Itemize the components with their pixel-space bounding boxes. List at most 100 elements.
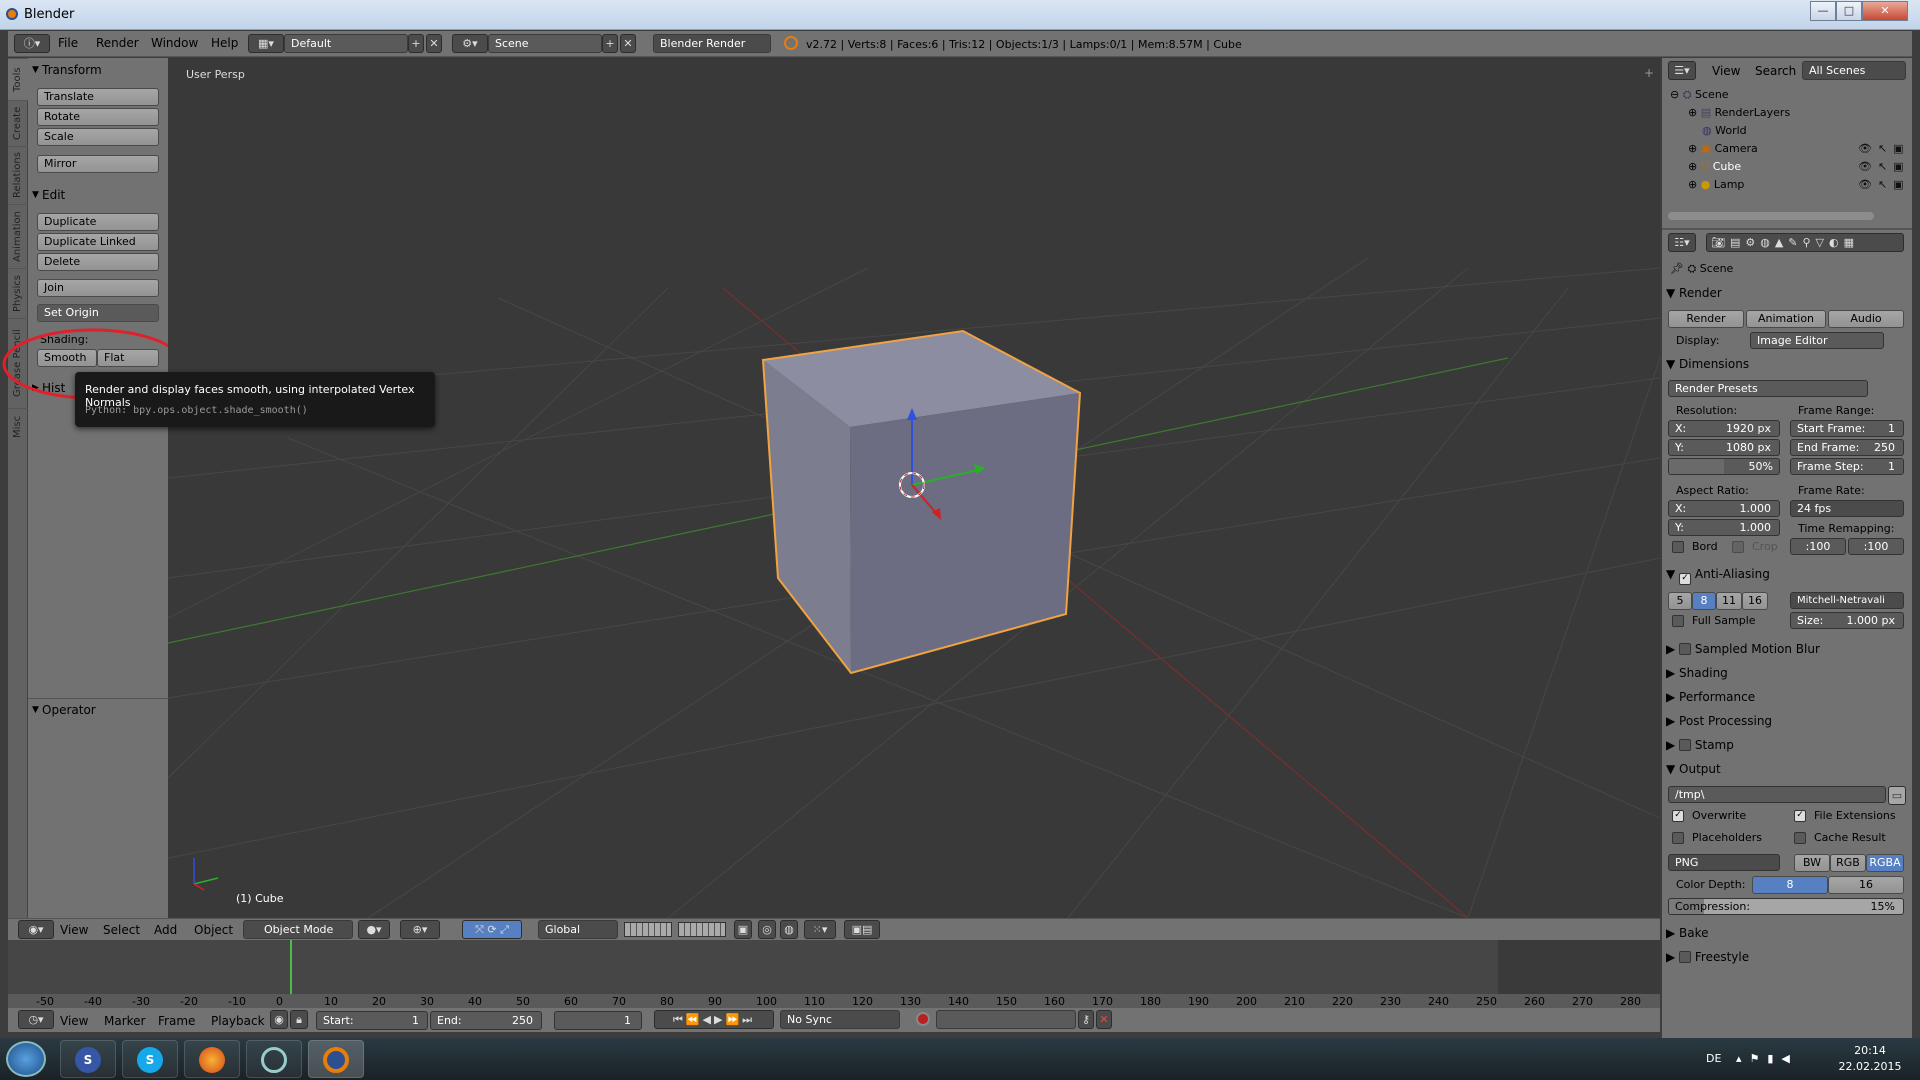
crop-checkbox[interactable] xyxy=(1732,541,1744,553)
end-frame-field[interactable]: End: 250 xyxy=(430,1011,542,1030)
current-frame-field[interactable]: 1 xyxy=(554,1011,642,1030)
audio-button[interactable]: Audio xyxy=(1828,310,1904,328)
layers-grid-a[interactable] xyxy=(624,922,672,937)
outliner-item-cube[interactable]: ⊕ ▽ Cube xyxy=(1688,160,1741,173)
color-depth-8[interactable]: 8 xyxy=(1752,876,1828,894)
tl-menu-frame[interactable]: Frame xyxy=(158,1014,195,1028)
edit-panel-header[interactable]: ▼ Edit xyxy=(28,185,168,205)
end-frame-prop-field[interactable]: End Frame: 250 xyxy=(1790,439,1904,456)
scale-button[interactable]: Scale xyxy=(37,128,159,146)
post-processing-section-header[interactable]: ▶ Post Processing xyxy=(1666,714,1772,728)
tab-relations[interactable]: Relations xyxy=(8,146,28,204)
aa-samples-5[interactable]: 5 xyxy=(1668,592,1692,610)
mode-dropdown[interactable]: Object Mode xyxy=(243,920,353,939)
system-tray-icons[interactable]: ▴⚑▮◀ xyxy=(1736,1052,1798,1065)
vp-menu-object[interactable]: Object xyxy=(194,923,233,937)
editor-type-outliner-icon[interactable]: ☰▾ xyxy=(1668,61,1696,80)
lock-time-icon[interactable]: 🔒︎ xyxy=(290,1010,308,1029)
outliner-scrollbar[interactable] xyxy=(1668,212,1874,220)
menu-window[interactable]: Window xyxy=(151,36,198,50)
frame-step-field[interactable]: Frame Step: 1 xyxy=(1790,458,1904,475)
tab-create[interactable]: Create xyxy=(8,100,28,146)
properties-context-tabs[interactable]: 📷︎▤⚙◍▲✎⚲▽◐▦ xyxy=(1706,233,1904,252)
camera-visibility-icons[interactable]: 👁︎↖▣ xyxy=(1858,142,1910,155)
mirror-button[interactable]: Mirror xyxy=(37,155,159,173)
aspect-x-field[interactable]: X: 1.000 xyxy=(1668,500,1780,517)
duplicate-button[interactable]: Duplicate xyxy=(37,213,159,231)
aspect-y-field[interactable]: Y: 1.000 xyxy=(1668,519,1780,536)
editor-type-3dview-icon[interactable]: ◉▾ xyxy=(18,920,54,939)
tl-menu-marker[interactable]: Marker xyxy=(104,1014,145,1028)
rotate-button[interactable]: Rotate xyxy=(37,108,159,126)
taskbar-network-app-icon[interactable] xyxy=(246,1040,302,1078)
menu-file[interactable]: File xyxy=(58,36,78,50)
vp-menu-select[interactable]: Select xyxy=(103,923,140,937)
outliner-item-camera[interactable]: ⊕ ▣ Camera xyxy=(1688,142,1758,155)
overwrite-checkbox[interactable]: ✓ xyxy=(1672,810,1684,822)
tab-animation[interactable]: Animation xyxy=(8,204,28,268)
snap-element-icon[interactable]: ⁙▾ xyxy=(804,920,836,939)
maximize-button[interactable]: □ xyxy=(1836,1,1862,21)
editor-type-timeline-icon[interactable]: ◷▾ xyxy=(18,1010,54,1029)
set-origin-dropdown[interactable]: Set Origin xyxy=(37,304,159,322)
bake-section-header[interactable]: ▶ Bake xyxy=(1666,926,1709,940)
add-layout-icon[interactable]: + xyxy=(408,34,424,53)
lamp-visibility-icons[interactable]: 👁︎↖▣ xyxy=(1858,178,1910,191)
outliner-menu-view[interactable]: View xyxy=(1712,64,1740,78)
compression-slider[interactable]: Compression: 15% xyxy=(1668,898,1904,915)
taskbar-skype-icon[interactable]: S xyxy=(122,1040,178,1078)
close-button[interactable]: ✕ xyxy=(1862,1,1908,21)
delete-button[interactable]: Delete xyxy=(37,253,159,271)
shading-section-header[interactable]: ▶ Shading xyxy=(1666,666,1728,680)
animation-button[interactable]: Animation xyxy=(1746,310,1826,328)
outliner-item-scene[interactable]: ⊖ ⛭ Scene xyxy=(1670,88,1729,102)
resolution-x-field[interactable]: X: 1920 px xyxy=(1668,420,1780,437)
aa-samples-11[interactable]: 11 xyxy=(1716,592,1742,610)
current-frame-marker[interactable] xyxy=(290,940,292,994)
record-icon[interactable] xyxy=(916,1012,930,1026)
pivot-point-icon[interactable]: ⊕▾ xyxy=(400,920,440,939)
clock-time[interactable]: 20:14 xyxy=(1842,1044,1898,1057)
start-frame-field[interactable]: Start: 1 xyxy=(316,1011,428,1030)
start-button-icon[interactable] xyxy=(6,1041,46,1077)
color-mode-rgb[interactable]: RGB xyxy=(1830,854,1866,872)
outliner-item-lamp[interactable]: ⊕ ● Lamp xyxy=(1688,178,1744,191)
tab-tools[interactable]: Tools xyxy=(8,58,28,100)
start-frame-prop-field[interactable]: Start Frame: 1 xyxy=(1790,420,1904,437)
full-sample-checkbox[interactable] xyxy=(1672,615,1684,627)
scene-selector-icon[interactable]: ⚙▾ xyxy=(452,34,488,53)
keyframe-type-icon[interactable]: ◉ xyxy=(270,1010,288,1029)
taskbar-app-s-icon[interactable]: S xyxy=(60,1040,116,1078)
cache-result-checkbox[interactable] xyxy=(1794,832,1806,844)
lock-layers-icon[interactable]: ▣ xyxy=(734,920,752,939)
outliner-filter-dropdown[interactable]: All Scenes xyxy=(1802,61,1906,80)
stamp-section-header[interactable]: ▶ Stamp xyxy=(1666,738,1734,752)
aa-samples-8[interactable]: 8 xyxy=(1692,592,1716,610)
layers-grid-b[interactable] xyxy=(678,922,726,937)
color-mode-rgba[interactable]: RGBA xyxy=(1866,854,1904,872)
filter-size-field[interactable]: Size: 1.000 px xyxy=(1790,612,1904,629)
proportional-edit-icon[interactable]: ◎ xyxy=(758,920,776,939)
placeholders-checkbox[interactable] xyxy=(1672,832,1684,844)
duplicate-linked-button[interactable]: Duplicate Linked xyxy=(37,233,159,251)
resolution-percentage-slider[interactable]: 50% xyxy=(1668,458,1780,475)
output-section-header[interactable]: ▼ Output xyxy=(1666,762,1721,776)
cube-visibility-icons[interactable]: 👁︎↖▣ xyxy=(1858,160,1910,173)
aa-samples-16[interactable]: 16 xyxy=(1742,592,1768,610)
motion-blur-section-header[interactable]: ▶ Sampled Motion Blur xyxy=(1666,642,1820,656)
display-dropdown[interactable]: Image Editor xyxy=(1750,332,1884,349)
screen-layout-icon[interactable]: ▦▾ xyxy=(248,34,284,53)
manipulator-toggle-icon[interactable]: ⤧ ⟳ ⤢ xyxy=(462,920,522,939)
editor-type-info-icon[interactable]: ⓘ▾ xyxy=(14,34,50,53)
render-button[interactable]: Render xyxy=(1668,310,1744,328)
orientation-dropdown[interactable]: Global xyxy=(538,920,618,939)
antialiasing-section-header[interactable]: ▼ ✓ Anti-Aliasing xyxy=(1666,567,1770,585)
border-checkbox[interactable] xyxy=(1672,541,1684,553)
performance-section-header[interactable]: ▶ Performance xyxy=(1666,690,1755,704)
render-engine-dropdown[interactable]: Blender Render xyxy=(653,34,771,53)
tab-misc[interactable]: Misc xyxy=(8,408,28,444)
join-button[interactable]: Join xyxy=(37,279,159,297)
snap-icon[interactable]: ◍ xyxy=(780,920,798,939)
output-path-field[interactable]: /tmp\ xyxy=(1668,786,1886,803)
tab-physics[interactable]: Physics xyxy=(8,268,28,318)
